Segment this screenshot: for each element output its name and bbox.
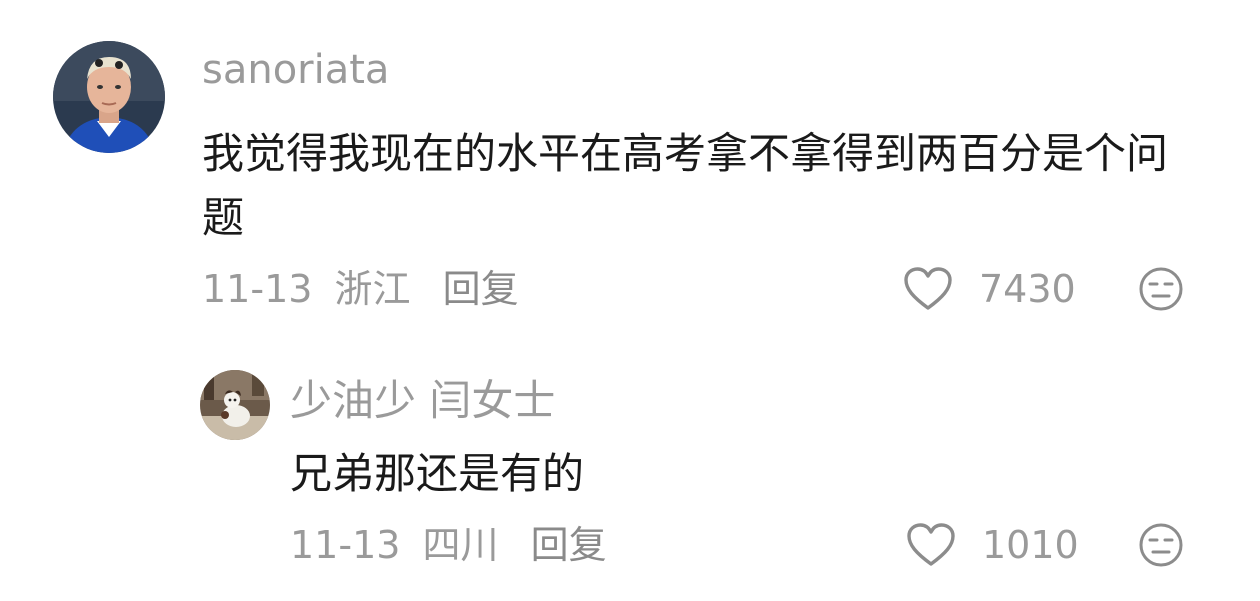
- reply-location: 四川: [422, 523, 499, 567]
- like-button[interactable]: 1010: [906, 522, 1079, 568]
- comment-item: sanoriata 我觉得我现在的水平在高考拿不拿得到两百分是个问题 11-13…: [0, 0, 1260, 340]
- comment-date: 11-13: [202, 267, 313, 311]
- like-count: 7430: [979, 267, 1076, 311]
- avatar[interactable]: [53, 41, 165, 153]
- reply-username[interactable]: 少油少 闫女士: [290, 380, 555, 422]
- comment-text: 我觉得我现在的水平在高考拿不拿得到两百分是个问题: [202, 129, 1169, 242]
- reply-date: 11-13: [290, 523, 401, 567]
- reply-meta: 11-13 四川 回复: [290, 526, 607, 564]
- dog-photo-avatar-icon: [200, 370, 270, 440]
- reply-button[interactable]: 回复: [531, 526, 607, 564]
- reply-item: 少油少 闫女士 兄弟那还是有的 11-13 四川 回复 1010: [0, 340, 1260, 601]
- avatar[interactable]: [200, 370, 270, 440]
- reply-text: 兄弟那还是有的: [290, 449, 585, 498]
- comment-meta: 11-13 浙江 回复: [202, 270, 519, 308]
- reply-button[interactable]: 回复: [443, 270, 519, 308]
- dislike-button[interactable]: [1138, 266, 1184, 316]
- like-button[interactable]: 7430: [903, 266, 1076, 312]
- comment-location: 浙江: [334, 267, 411, 311]
- heart-outline-icon: [904, 267, 952, 310]
- heart-outline-icon: [907, 523, 955, 566]
- dislike-button[interactable]: [1138, 522, 1184, 572]
- like-count: 1010: [982, 523, 1079, 567]
- meh-face-icon: [1139, 523, 1183, 567]
- meh-face-icon: [1139, 267, 1183, 311]
- footballer-avatar-icon: [53, 41, 165, 153]
- comment-username[interactable]: sanoriata: [202, 50, 389, 90]
